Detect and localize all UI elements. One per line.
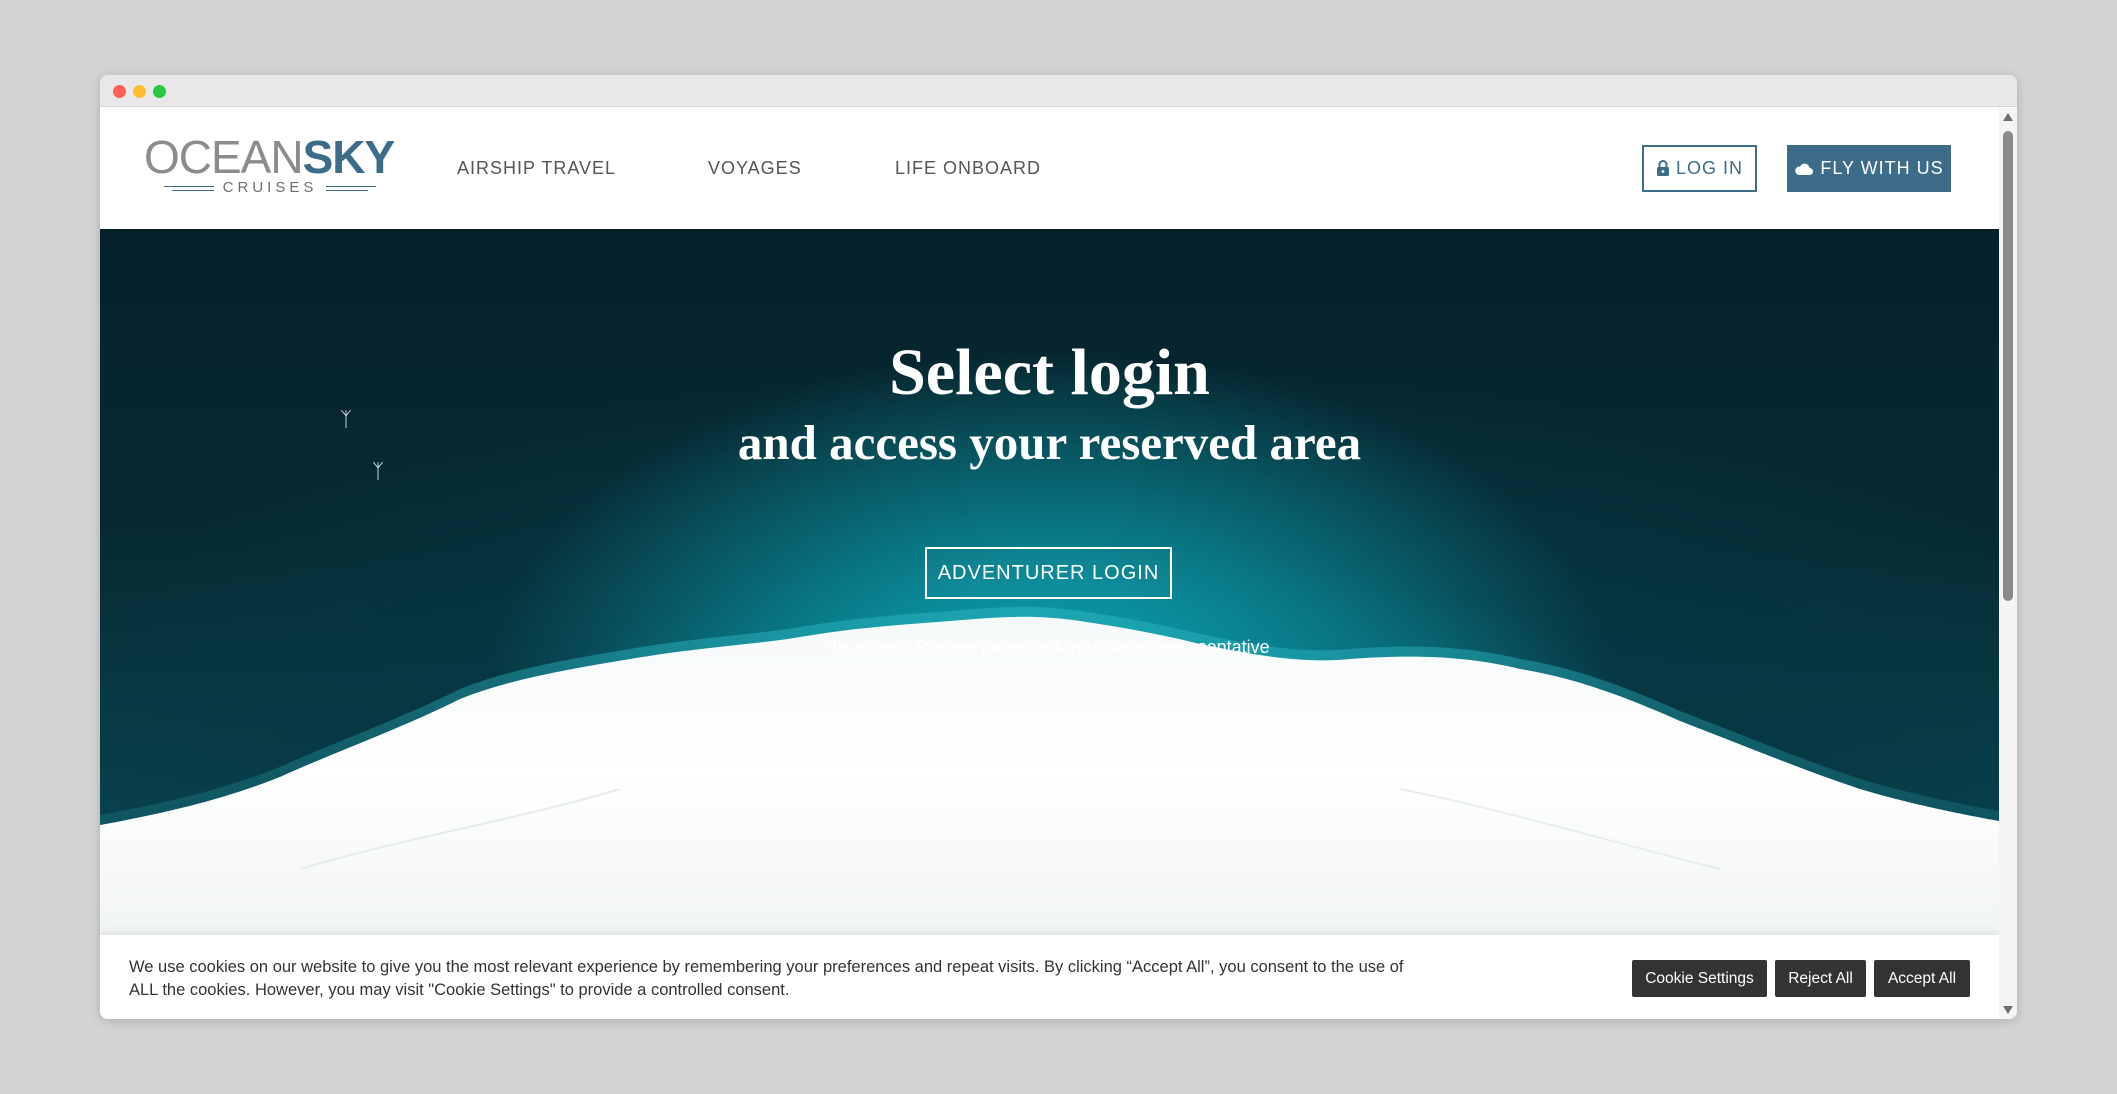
cookie-settings-button[interactable]: Cookie Settings <box>1632 960 1767 997</box>
brand-logo[interactable]: OCEANSKY CRUISES <box>144 134 396 196</box>
logo-sky-text: SKY <box>302 131 396 183</box>
adventurer-login-button[interactable]: ADVENTURER LOGIN <box>925 547 1172 599</box>
hero-title: Select login <box>889 336 1210 409</box>
logo-ocean-text: OCEAN <box>144 131 304 183</box>
page-scrollbar[interactable] <box>1999 108 2017 1019</box>
login-button-label: LOG IN <box>1675 158 1743 178</box>
pioneer-access-note: To access Pioneer pages ask your sales r… <box>829 637 1270 657</box>
reject-all-button[interactable]: Reject All <box>1775 960 1866 997</box>
cloud-icon <box>1795 163 1814 175</box>
nav-life-onboard[interactable]: LIFE ONBOARD <box>895 158 1041 179</box>
nav-airship-travel[interactable]: AIRSHIP TRAVEL <box>457 158 616 179</box>
fly-with-us-label: FLY WITH US <box>1820 158 1944 178</box>
page-viewport: OCEANSKY CRUISES AIRSHIP TRAVEL VOYAGES … <box>100 108 1999 1019</box>
cookie-consent-text: We use cookies on our website to give yo… <box>129 958 1404 999</box>
window-titlebar <box>100 75 2017 107</box>
browser-window: OCEANSKY CRUISES AIRSHIP TRAVEL VOYAGES … <box>100 75 2017 1019</box>
hero-section: ᛉ ᛉ Select login and access your reserve… <box>100 229 1999 935</box>
cookie-banner: We use cookies on our website to give yo… <box>100 935 1999 1019</box>
maximize-window-button[interactable] <box>153 85 166 98</box>
scroll-up-arrow[interactable] <box>2003 113 2013 121</box>
login-button[interactable]: LOG IN <box>1642 145 1757 192</box>
scroll-down-arrow[interactable] <box>2003 1006 2013 1014</box>
scroll-thumb[interactable] <box>2003 131 2013 601</box>
site-header: OCEANSKY CRUISES AIRSHIP TRAVEL VOYAGES … <box>100 108 1999 229</box>
nav-voyages[interactable]: VOYAGES <box>708 158 802 179</box>
close-window-button[interactable] <box>113 85 126 98</box>
fly-with-us-button[interactable]: FLY WITH US <box>1787 145 1951 192</box>
hero-subtitle: and access your reserved area <box>737 415 1362 470</box>
accept-all-button[interactable]: Accept All <box>1874 960 1970 997</box>
minimize-window-button[interactable] <box>133 85 146 98</box>
logo-tagline: CRUISES <box>222 179 318 196</box>
logo-wordmark: OCEANSKY <box>144 131 396 183</box>
lock-icon <box>1656 160 1669 176</box>
